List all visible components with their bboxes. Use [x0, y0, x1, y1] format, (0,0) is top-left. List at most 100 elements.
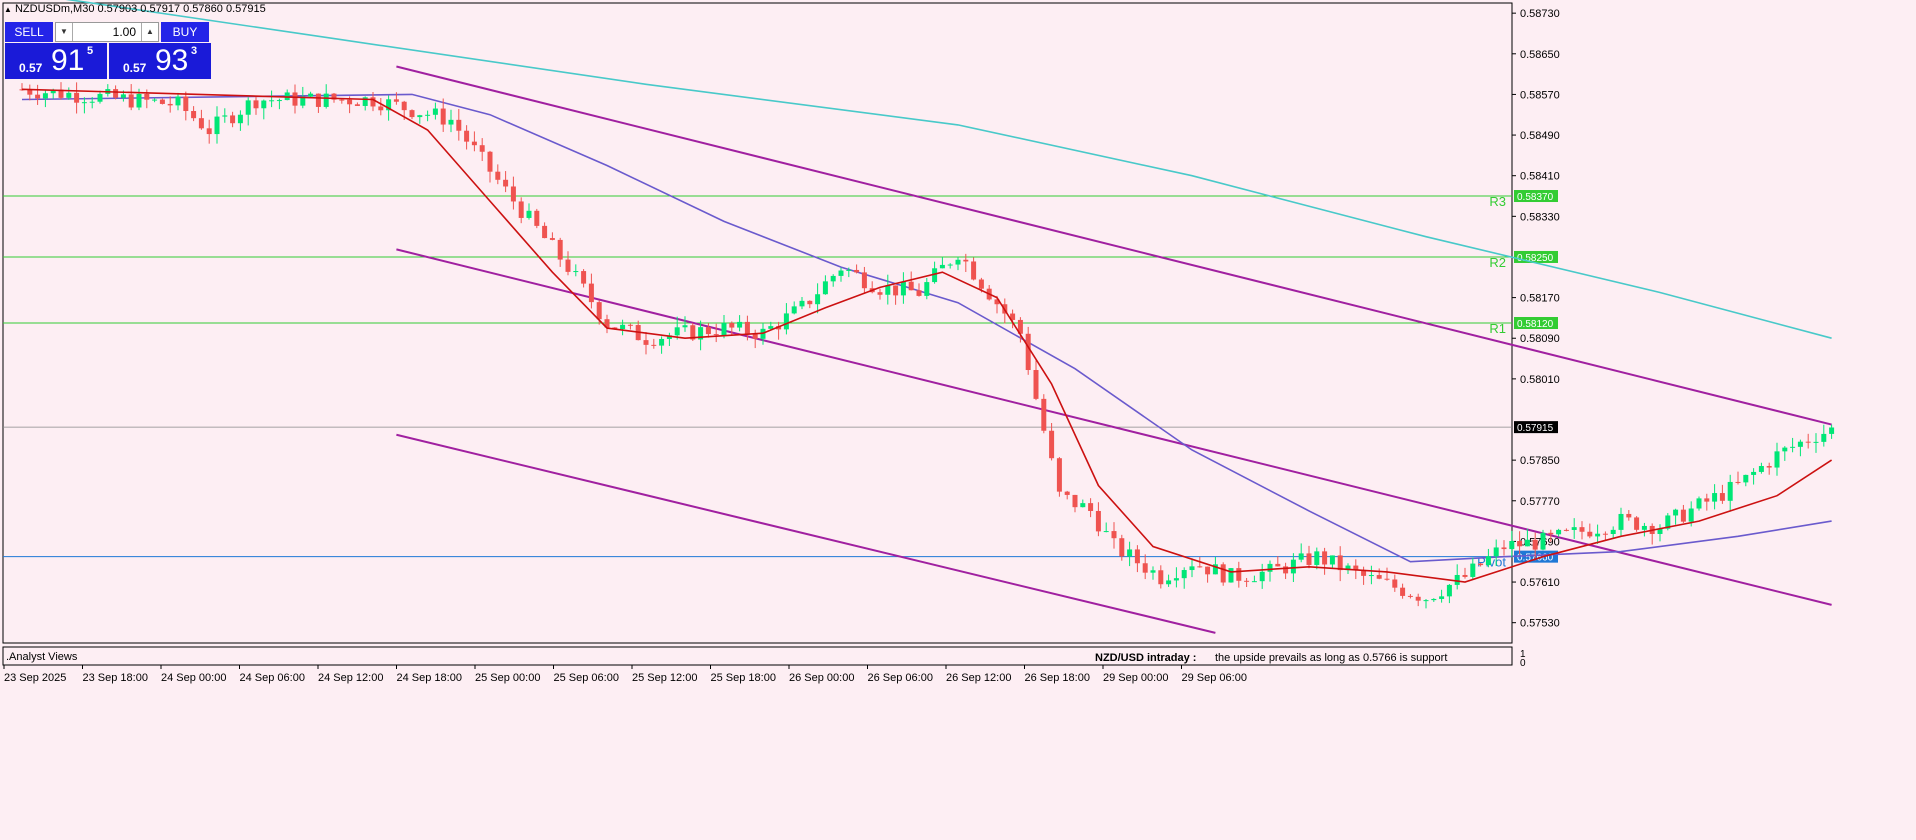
- candle-bull: [1571, 527, 1577, 530]
- candle-bear: [1088, 503, 1094, 511]
- x-tick-label: 24 Sep 00:00: [161, 672, 226, 684]
- candle-bull: [66, 92, 72, 98]
- y-tick-label: 0.58650: [1520, 49, 1560, 61]
- buy-price-prefix: 0.57: [123, 61, 147, 75]
- candle-bull: [1423, 600, 1429, 602]
- candle-bear: [206, 128, 212, 135]
- candle-bull: [1080, 503, 1086, 508]
- candle-bull: [1314, 551, 1320, 565]
- candle-bear: [1072, 494, 1078, 508]
- y-tick-label: 0.57610: [1520, 577, 1560, 589]
- candle-bear: [1462, 574, 1468, 577]
- subwindow-scale-label: 0: [1520, 658, 1526, 669]
- candle-bull: [269, 100, 275, 102]
- candle-bull: [1251, 581, 1257, 583]
- candle-bull: [1454, 574, 1460, 585]
- candle-bear: [401, 101, 407, 111]
- candle-bull: [768, 326, 774, 329]
- candle-bear: [183, 96, 189, 112]
- candle-bull: [846, 269, 852, 271]
- candle-bear: [1704, 498, 1710, 502]
- candle-bear: [705, 327, 711, 335]
- candle-bull: [1166, 580, 1172, 585]
- lot-size-field[interactable]: ▼ 1.00 ▲: [55, 22, 159, 42]
- candle-bull: [1743, 474, 1749, 483]
- collapse-triangle-icon[interactable]: ▲: [4, 5, 12, 14]
- x-tick-label: 25 Sep 06:00: [554, 672, 619, 684]
- candle-bear: [1095, 510, 1101, 532]
- candle-bull: [1485, 556, 1491, 566]
- candle-bear: [1602, 533, 1608, 535]
- level-name-r1: R1: [1489, 321, 1506, 336]
- x-tick-label: 25 Sep 18:00: [711, 672, 776, 684]
- subwindow-label: .Analyst Views: [6, 651, 78, 663]
- candle-bear: [1376, 575, 1382, 579]
- buy-price-big: 93: [155, 44, 189, 77]
- level-name-r3: R3: [1489, 194, 1506, 209]
- candle-bull: [276, 100, 282, 102]
- candle-bear: [627, 324, 633, 326]
- candle-bull: [620, 324, 626, 330]
- candle-bull: [1556, 529, 1562, 535]
- candle-bear: [1119, 538, 1125, 557]
- candle-bear: [1532, 539, 1538, 550]
- price-chart[interactable]: 0.58730 0.58650 0.58570 0.58490 0.58410 0.583…: [0, 0, 1916, 840]
- candle-bear: [440, 108, 446, 125]
- candle-bear: [1384, 578, 1390, 580]
- lot-value[interactable]: 1.00: [74, 23, 140, 41]
- candle-bull: [1688, 508, 1694, 522]
- candle-bear: [581, 271, 587, 284]
- candle-bear: [1407, 595, 1413, 597]
- lot-increase-icon[interactable]: ▲: [141, 23, 158, 41]
- candle-bull: [222, 115, 228, 117]
- candle-bull: [1673, 509, 1679, 516]
- candle-bear: [159, 99, 165, 104]
- sell-button[interactable]: SELL: [5, 22, 53, 42]
- candle-bull: [261, 100, 267, 109]
- candle-bear: [1306, 553, 1312, 565]
- sell-price-sup: 5: [87, 45, 94, 57]
- candle-bear: [861, 272, 867, 289]
- candle-bull: [89, 101, 95, 103]
- y-tick-label: 0.58730: [1520, 8, 1560, 20]
- lot-decrease-icon[interactable]: ▼: [56, 23, 73, 41]
- buy-button[interactable]: BUY: [161, 22, 209, 42]
- analyst-view-text: the upside prevails as long as 0.5766 is…: [1215, 652, 1447, 664]
- candle-bear: [1735, 481, 1741, 483]
- candle-bull: [1298, 553, 1304, 560]
- candle-bull: [822, 281, 828, 295]
- candle-bear: [1205, 566, 1211, 575]
- candle-bull: [1790, 446, 1796, 448]
- candle-bear: [230, 115, 236, 124]
- candle-bull: [308, 93, 314, 97]
- candle-bear: [1719, 493, 1725, 501]
- candle-bull: [1540, 532, 1546, 550]
- candle-bull: [791, 306, 797, 314]
- candle-bear: [198, 118, 204, 129]
- level-price-label: 0.58370: [1517, 192, 1554, 203]
- candle-bull: [1751, 471, 1757, 475]
- candle-bull: [237, 114, 243, 124]
- candle-bear: [877, 292, 883, 295]
- candle-bull: [81, 102, 87, 104]
- candle-bull: [721, 322, 727, 336]
- buy-price-box[interactable]: 0.57 93 3: [109, 43, 211, 79]
- x-tick-label: 23 Sep 2025: [4, 672, 66, 684]
- y-tick-label: 0.58090: [1520, 333, 1560, 345]
- candle-bull: [1641, 525, 1647, 530]
- candle-bear: [74, 92, 80, 103]
- candle-bull: [1127, 549, 1133, 557]
- candle-bull: [900, 281, 906, 296]
- candle-bull: [175, 96, 181, 106]
- candle-bear: [1478, 563, 1484, 566]
- one-click-trading-panel: SELL ▼ 1.00 ▲ BUY 0.57 91 5 0.57 93 3: [3, 20, 211, 80]
- candle-bull: [120, 94, 126, 98]
- sell-price-box[interactable]: 0.57 91 5: [5, 43, 107, 79]
- candle-bear: [1158, 570, 1164, 585]
- candle-bear: [1517, 540, 1523, 547]
- candle-bear: [1025, 333, 1031, 371]
- candle-bear: [1415, 596, 1421, 601]
- candle-bull: [1758, 466, 1764, 472]
- x-tick-label: 24 Sep 06:00: [240, 672, 305, 684]
- candle-bear: [1548, 532, 1554, 535]
